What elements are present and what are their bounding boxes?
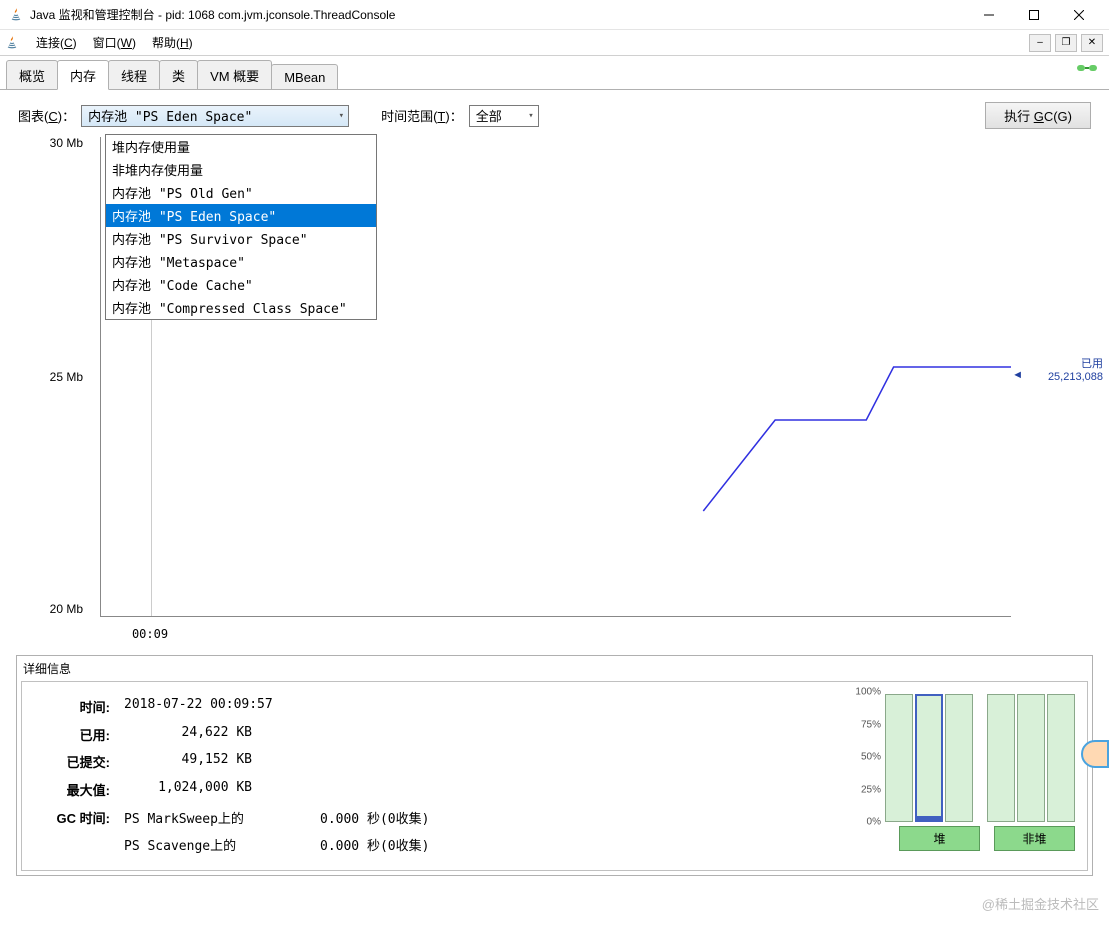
chart-combo-value: 内存池 "PS Eden Space" (88, 106, 252, 125)
memory-bars-panel: 100% 75% 50% 25% 0% (835, 692, 1075, 860)
inner-restore-button[interactable]: ❐ (1055, 34, 1077, 52)
details-panel: 详细信息 时间:2018-07-22 00:09:57 已用:24,622 KB… (16, 655, 1093, 876)
dropdown-item[interactable]: 堆内存使用量 (106, 135, 376, 158)
chart-combo[interactable]: 内存池 "PS Eden Space" ▾ (81, 105, 349, 127)
chart-combo-dropdown: 堆内存使用量 非堆内存使用量 内存池 "PS Old Gen" 内存池 "PS … (105, 134, 377, 320)
tab-vm-summary[interactable]: VM 概要 (197, 60, 272, 89)
time-combo-label: 时间范围(T)： (381, 106, 463, 125)
marker-arrow-icon: ◄ (1012, 369, 1023, 381)
chart-marker-label: 已用 25,213,088 (1048, 355, 1103, 383)
heap-bars[interactable] (885, 694, 973, 822)
y-tick: 20 Mb (50, 602, 83, 616)
nonheap-bars[interactable] (987, 694, 1075, 822)
avatar-icon (1081, 740, 1109, 768)
chevron-down-icon: ▾ (339, 111, 344, 121)
y-tick: 30 Mb (50, 136, 83, 150)
nonheap-button[interactable]: 非堆 (994, 826, 1075, 851)
dropdown-item[interactable]: 内存池 "PS Old Gen" (106, 181, 376, 204)
chevron-down-icon: ▾ (528, 111, 533, 121)
details-table: 时间:2018-07-22 00:09:57 已用:24,622 KB 已提交:… (34, 692, 437, 860)
menu-window[interactable]: 窗口(W) (85, 31, 144, 54)
time-range-combo[interactable]: 全部 ▾ (469, 105, 539, 127)
inner-close-button[interactable]: ✕ (1081, 34, 1103, 52)
maximize-button[interactable] (1011, 1, 1056, 29)
tab-mbean[interactable]: MBean (271, 64, 338, 89)
y-tick: 25 Mb (50, 370, 83, 384)
dropdown-item[interactable]: 非堆内存使用量 (106, 158, 376, 181)
tabs: 概览 内存 线程 类 VM 概要 MBean (0, 56, 1109, 90)
titlebar: Java 监视和管理控制台 - pid: 1068 com.jvm.jconso… (0, 0, 1109, 30)
tab-threads[interactable]: 线程 (108, 60, 160, 89)
java-icon (8, 7, 24, 23)
minimize-button[interactable] (966, 1, 1011, 29)
connection-status-icon (1075, 60, 1099, 76)
details-title: 详细信息 (17, 658, 1092, 681)
menu-connect[interactable]: 连接(C) (28, 31, 85, 54)
dropdown-item[interactable]: 内存池 "Compressed Class Space" (106, 296, 376, 319)
heap-button[interactable]: 堆 (899, 826, 980, 851)
tab-classes[interactable]: 类 (159, 60, 198, 89)
chart-combo-label: 图表(C)： (18, 106, 75, 125)
menubar: 连接(C) 窗口(W) 帮助(H) – ❐ ✕ (0, 30, 1109, 56)
bar-scale-labels: 100% 75% 50% 25% 0% (835, 692, 885, 822)
menu-help[interactable]: 帮助(H) (144, 31, 201, 54)
dropdown-item[interactable]: 内存池 "Metaspace" (106, 250, 376, 273)
java-icon (4, 35, 20, 51)
chart-controls: 图表(C)： 内存池 "PS Eden Space" ▾ 时间范围(T)： 全部… (0, 90, 1109, 135)
perform-gc-button[interactable]: 执行 GC(G) (985, 102, 1091, 129)
dropdown-item[interactable]: 内存池 "PS Survivor Space" (106, 227, 376, 250)
watermark: @稀土掘金技术社区 (982, 894, 1099, 913)
close-button[interactable] (1056, 1, 1101, 29)
dropdown-item[interactable]: 内存池 "Code Cache" (106, 273, 376, 296)
window-title: Java 监视和管理控制台 - pid: 1068 com.jvm.jconso… (30, 6, 966, 23)
dropdown-item[interactable]: 内存池 "PS Eden Space" (106, 204, 376, 227)
inner-minimize-button[interactable]: – (1029, 34, 1051, 52)
x-tick: 00:09 (132, 627, 168, 641)
time-combo-value: 全部 (476, 106, 502, 125)
tab-memory[interactable]: 内存 (57, 60, 109, 90)
tab-overview[interactable]: 概览 (6, 60, 58, 89)
